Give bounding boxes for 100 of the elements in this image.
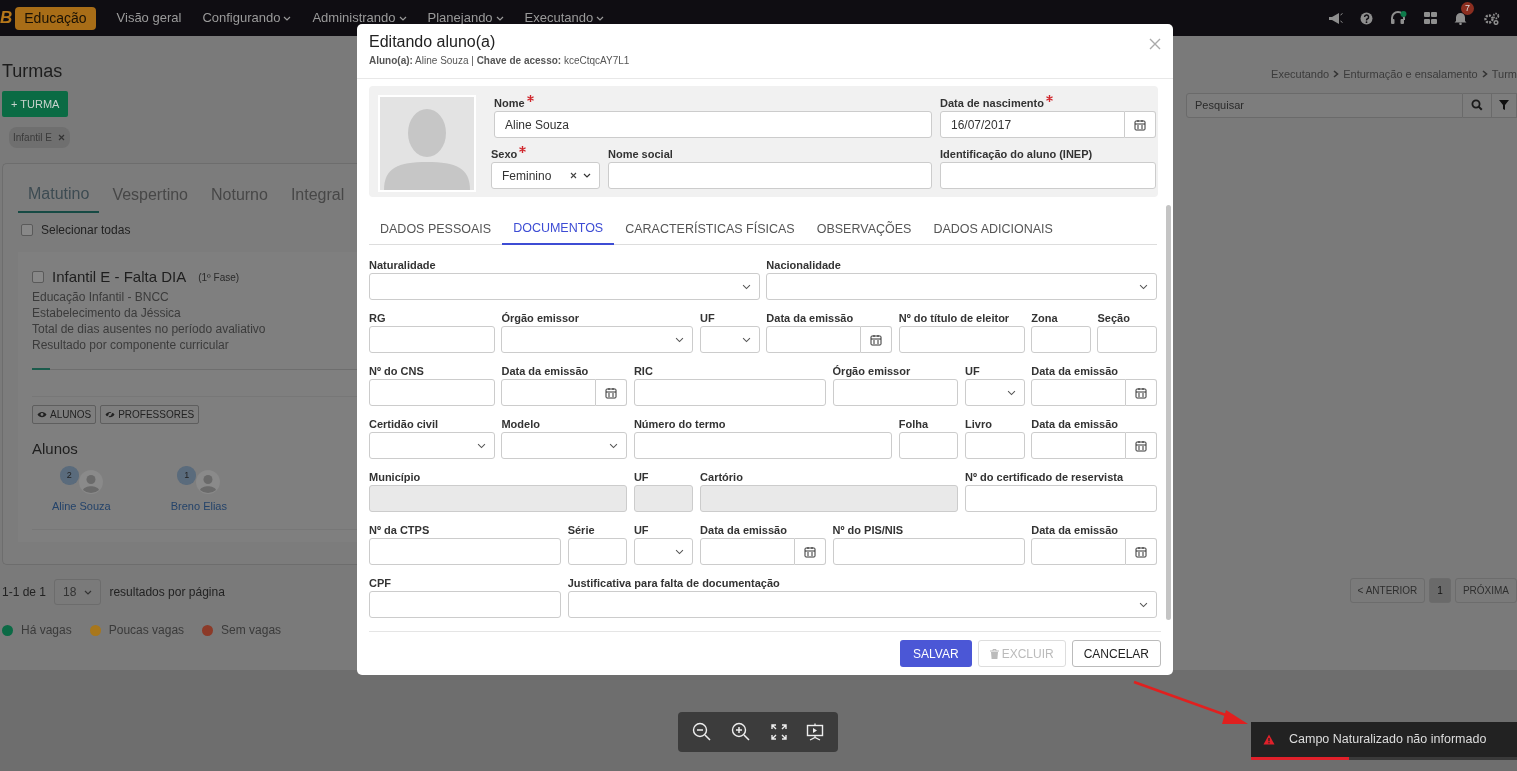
dropdown-field[interactable]	[700, 326, 760, 353]
class-detail: Total de dias ausentes no período avaliativo	[32, 320, 267, 337]
save-button[interactable]: SALVAR	[900, 640, 972, 667]
menu-item[interactable]: Visão geral	[116, 8, 182, 28]
eye-icon	[37, 410, 47, 418]
field-label: Nº do CNS	[369, 364, 424, 379]
zoom-out-icon[interactable]	[691, 722, 712, 742]
search-field[interactable]: Pesquisar	[1186, 92, 1463, 118]
field-label: Identificação do aluno (INEP)	[940, 147, 1093, 162]
date-field[interactable]	[700, 538, 795, 565]
field-label: UF	[633, 470, 649, 485]
calendar-icon	[1134, 118, 1146, 131]
input-field[interactable]	[965, 485, 1157, 512]
input-field[interactable]	[369, 379, 495, 406]
fullscreen-icon[interactable]	[770, 724, 787, 740]
input-field[interactable]	[369, 326, 495, 353]
page-title: Turmas	[2, 61, 64, 83]
input-field[interactable]	[567, 538, 628, 565]
tab[interactable]: DADOS ADICIONAIS	[922, 214, 1064, 245]
input-field[interactable]	[369, 538, 561, 565]
input-field[interactable]	[965, 432, 1025, 459]
dropdown-field[interactable]	[369, 273, 760, 300]
class-detail: Educação Infantil - BNCC	[32, 288, 170, 305]
input-field[interactable]	[633, 432, 893, 459]
slideshow-icon[interactable]	[806, 723, 825, 741]
date-field[interactable]	[766, 326, 862, 353]
date-field[interactable]	[1031, 432, 1126, 459]
input-field[interactable]	[898, 326, 1025, 353]
tab[interactable]: DADOS PESSOAIS	[369, 214, 503, 245]
zoom-in-icon[interactable]	[731, 722, 752, 742]
input-field[interactable]	[1031, 326, 1091, 353]
dropdown-field[interactable]	[965, 379, 1025, 406]
legend-label: Poucas vagas	[108, 622, 185, 640]
chevron-icon	[1481, 70, 1488, 79]
student-link[interactable]: Aline Souza	[52, 498, 111, 515]
input-field[interactable]	[608, 162, 932, 189]
breadcrumb-item[interactable]: Executando	[1271, 66, 1330, 83]
field-label: Data da emissão	[1031, 523, 1119, 538]
dropdown-field[interactable]	[633, 538, 694, 565]
calendar-button[interactable]	[596, 379, 628, 406]
input-field[interactable]	[898, 432, 959, 459]
checkbox[interactable]	[21, 224, 33, 237]
date-field[interactable]	[1031, 379, 1126, 406]
bell-icon[interactable]	[1454, 11, 1467, 25]
input-field[interactable]	[633, 379, 826, 406]
per-page-select[interactable]: 18	[54, 579, 102, 606]
close-button[interactable]	[1149, 38, 1161, 52]
pagination-button[interactable]: < ANTERIOR	[1349, 577, 1426, 603]
search-button[interactable]	[1463, 92, 1492, 118]
field-label: RG	[369, 311, 386, 326]
filter-button[interactable]	[1492, 92, 1517, 118]
calendar-button[interactable]	[1126, 538, 1157, 565]
tab[interactable]: DOCUMENTOS	[502, 214, 615, 245]
add-class-button[interactable]: + TURMA	[2, 90, 69, 118]
shift-tab[interactable]: Matutino	[18, 178, 100, 214]
student-link[interactable]: Breno Elias	[170, 498, 227, 515]
checkbox[interactable]	[32, 271, 44, 284]
input-field[interactable]	[940, 162, 1156, 189]
calendar-button[interactable]	[1126, 379, 1157, 406]
date-field[interactable]: 16/07/2017	[940, 111, 1125, 138]
tab[interactable]: OBSERVAÇÕES	[805, 214, 923, 245]
menu-item[interactable]: Configurando	[202, 8, 292, 28]
scrollbar[interactable]	[1166, 205, 1171, 620]
field-label: Nº da CTPS	[369, 523, 430, 538]
dropdown-field[interactable]: Feminino	[491, 162, 600, 189]
field-label: UF	[965, 364, 980, 379]
pagination-button[interactable]: PRÓXIMA	[1454, 577, 1517, 603]
input-field[interactable]	[832, 379, 959, 406]
calendar-button[interactable]	[794, 538, 826, 565]
headset-icon[interactable]	[1390, 10, 1407, 26]
close-icon[interactable]	[57, 134, 65, 142]
calendar-icon	[1135, 386, 1147, 399]
class-detail: Estabelecimento da Jéssica	[32, 304, 182, 321]
pagination-button[interactable]: 1	[1429, 577, 1451, 603]
calendar-button[interactable]	[1125, 111, 1156, 138]
tab[interactable]: CARACTERÍSTICAS FÍSICAS	[614, 214, 806, 245]
dropdown-field[interactable]	[766, 273, 1157, 300]
calendar-button[interactable]	[861, 326, 893, 353]
calendar-button[interactable]	[1126, 432, 1157, 459]
help-icon[interactable]	[1360, 11, 1373, 25]
dropdown-field[interactable]	[501, 326, 694, 353]
gears-icon[interactable]	[1484, 11, 1500, 25]
date-field[interactable]	[1031, 538, 1126, 565]
field-label: Nº do título de eleitor	[898, 311, 1010, 326]
dropdown-field[interactable]	[369, 432, 495, 459]
input-field[interactable]	[832, 538, 1025, 565]
field-label: Data da emissão	[501, 364, 589, 379]
megaphone-icon[interactable]	[1328, 11, 1343, 25]
cancel-button[interactable]: CANCELAR	[1071, 640, 1161, 667]
toggle-button[interactable]: PROFESSORES	[100, 404, 200, 424]
input-field[interactable]	[1097, 326, 1157, 353]
dropdown-field[interactable]	[567, 591, 1157, 618]
clear-icon[interactable]	[570, 172, 577, 179]
breadcrumb-item[interactable]: Enturmação e ensalamento	[1343, 66, 1478, 83]
input-field[interactable]: Aline Souza	[494, 111, 932, 138]
dropdown-field[interactable]	[501, 432, 628, 459]
input-field[interactable]	[369, 591, 561, 618]
grid-icon[interactable]	[1424, 12, 1437, 24]
toggle-button[interactable]: ALUNOS	[32, 404, 97, 424]
date-field[interactable]	[501, 379, 597, 406]
